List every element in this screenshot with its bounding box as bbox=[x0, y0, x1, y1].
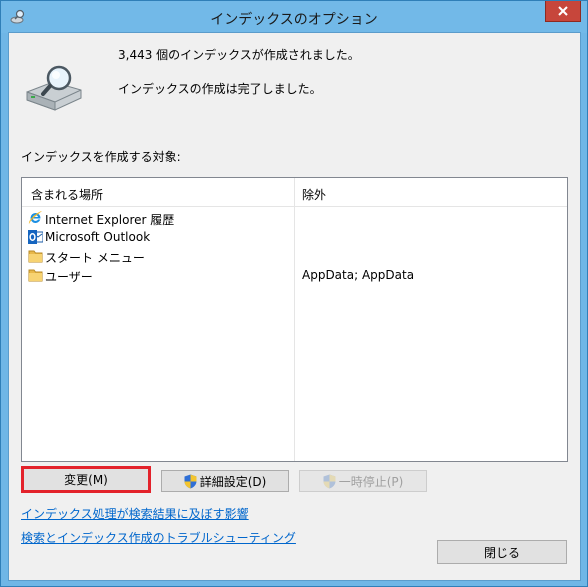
uac-shield-icon bbox=[323, 474, 336, 488]
list-item[interactable]: スタート メニュー bbox=[22, 247, 567, 266]
indexed-drive-icon bbox=[26, 65, 82, 111]
title-bar[interactable]: インデックスのオプション bbox=[1, 1, 587, 33]
list-item[interactable]: Internet Explorer 履歴 bbox=[22, 209, 567, 228]
close-button-label: 閉じる bbox=[483, 545, 520, 560]
list-item[interactable]: ユーザー AppData; AppData bbox=[22, 266, 567, 285]
dialog-body: 3,443 個のインデックスが作成されました。 インデックスの作成は完了しました… bbox=[8, 32, 581, 581]
internet-explorer-icon bbox=[28, 211, 42, 224]
close-button[interactable]: 閉じる bbox=[437, 540, 567, 564]
pause-button-label: 一時停止(P) bbox=[338, 474, 404, 489]
close-icon bbox=[558, 6, 568, 16]
advanced-button[interactable]: 詳細設定(D) bbox=[161, 470, 289, 492]
location-name: ユーザー bbox=[45, 270, 93, 284]
location-exclude: AppData; AppData bbox=[302, 268, 415, 282]
index-targets-label: インデックスを作成する対象: bbox=[21, 150, 181, 164]
indexed-count-text: 3,443 個のインデックスが作成されました。 bbox=[118, 48, 360, 62]
indexing-options-window: インデックスのオプション 3,443 個のインデックスが作成されました。 インデ… bbox=[0, 0, 588, 587]
pause-button[interactable]: 一時停止(P) bbox=[299, 470, 427, 492]
modify-button[interactable]: 変更(M) bbox=[21, 466, 151, 493]
column-header-included-locations[interactable]: 含まれる場所 bbox=[31, 186, 103, 203]
uac-shield-icon bbox=[184, 474, 197, 488]
column-header-exclude[interactable]: 除外 bbox=[302, 186, 326, 203]
folder-icon bbox=[28, 250, 43, 263]
outlook-icon bbox=[28, 230, 43, 244]
close-window-button[interactable] bbox=[545, 1, 581, 22]
window-title: インデックスのオプション bbox=[210, 12, 378, 28]
advanced-button-label: 詳細設定(D) bbox=[199, 474, 267, 489]
location-name: Microsoft Outlook bbox=[45, 230, 151, 244]
indexing-status-text: インデックスの作成は完了しました。 bbox=[118, 82, 322, 96]
location-name: Internet Explorer 履歴 bbox=[45, 213, 175, 227]
modify-button-label: 変更(M) bbox=[64, 473, 108, 487]
list-item[interactable]: Microsoft Outlook bbox=[22, 228, 567, 247]
folder-icon bbox=[28, 269, 43, 282]
indexing-effect-link[interactable]: インデックス処理が検索結果に及ぼす影響 bbox=[21, 505, 249, 522]
troubleshoot-link[interactable]: 検索とインデックス作成のトラブルシューティング bbox=[21, 529, 296, 546]
location-name: スタート メニュー bbox=[45, 251, 145, 265]
indexed-locations-list[interactable]: 含まれる場所 除外 Internet Explorer 履歴 Microsoft… bbox=[21, 177, 568, 462]
